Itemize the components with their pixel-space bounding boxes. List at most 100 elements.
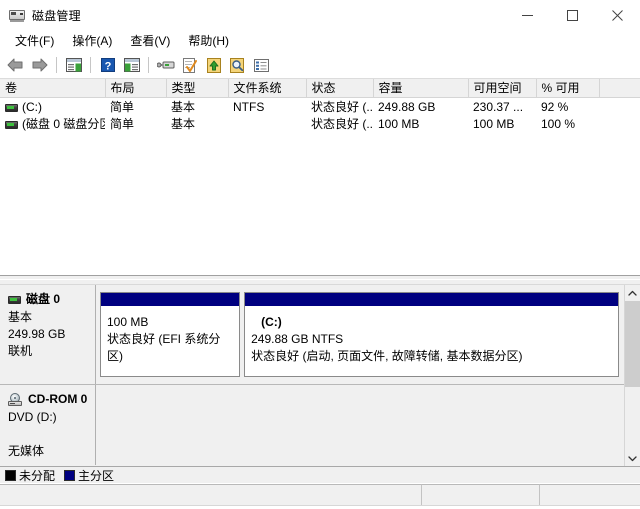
- column-header-filesystem[interactable]: 文件系统: [228, 79, 307, 98]
- status-segment-2: [422, 484, 540, 505]
- disk-size: 249.98 GB: [8, 327, 66, 341]
- volume-cell-filesystem: [228, 115, 306, 132]
- partition-info: (C:) 249.88 GB NTFS 状态良好 (启动, 页面文件, 故障转储…: [245, 307, 618, 376]
- close-button[interactable]: [595, 0, 640, 30]
- partition-color-cap: [245, 293, 618, 307]
- window-bottom-edge: [0, 505, 640, 509]
- menu-item-help[interactable]: 帮助(H): [179, 30, 238, 52]
- search-icon: [230, 57, 244, 73]
- scroll-track[interactable]: [625, 301, 640, 450]
- volume-cell-extra: [599, 98, 640, 116]
- partition-status: 状态良好 (EFI 系统分区): [107, 332, 221, 363]
- graphical-view-scrollbar[interactable]: [624, 285, 640, 466]
- partition-size: 249.88 GB NTFS: [251, 332, 344, 346]
- close-icon: [612, 9, 623, 21]
- volume-cell-percent-free: 100 %: [541, 116, 576, 131]
- detail-list-icon: [254, 58, 269, 72]
- disk-size: [8, 426, 95, 443]
- column-header-extra[interactable]: [599, 79, 640, 98]
- partition-c[interactable]: (C:) 249.88 GB NTFS 状态良好 (启动, 页面文件, 故障转储…: [244, 292, 619, 377]
- disk-title-cdrom0: CD-ROM 0: [8, 391, 95, 408]
- minimize-icon: [522, 14, 533, 16]
- help-icon: ?: [100, 58, 115, 73]
- window-controls: [505, 0, 640, 30]
- minimize-button[interactable]: [505, 0, 550, 30]
- volume-label: (磁盘 0 磁盘分区 1): [22, 117, 105, 131]
- column-header-capacity[interactable]: 容量: [373, 79, 469, 98]
- export-up-button[interactable]: [202, 54, 225, 76]
- column-header-volume[interactable]: 卷: [0, 79, 106, 98]
- toolbar-separator-3: [148, 57, 149, 73]
- menu-item-action[interactable]: 操作(A): [63, 30, 121, 52]
- disk-drive-icon: [8, 295, 21, 304]
- graphical-view-pane: 磁盘 0 基本 249.98 GB 联机 100 MB 状态良好 (EFI 系统…: [0, 285, 640, 466]
- maximize-button[interactable]: [550, 0, 595, 30]
- menu-item-view[interactable]: 查看(V): [121, 30, 179, 52]
- back-icon: [7, 58, 23, 72]
- scroll-down-button[interactable]: [625, 450, 640, 466]
- toolbar-separator-2: [90, 57, 91, 73]
- disk-row-cdrom0[interactable]: CD-ROM 0 DVD (D:) 无媒体: [0, 385, 624, 465]
- volume-label: (C:): [22, 99, 42, 114]
- status-segment-3: [540, 484, 640, 505]
- legend-bar: 未分配 主分区: [0, 466, 640, 483]
- maximize-icon: [567, 9, 578, 21]
- column-header-type[interactable]: 类型: [166, 79, 229, 98]
- volume-cell-free-space: 230.37 ...: [473, 99, 524, 114]
- disk-status: 无媒体: [8, 444, 45, 458]
- table-row[interactable]: (磁盘 0 磁盘分区 1) 简单 基本 状态良好 (... 100 MB 100…: [0, 115, 640, 132]
- toolbar: ?: [0, 52, 640, 79]
- volume-icon: [5, 103, 18, 112]
- title-bar: 磁盘管理: [0, 0, 640, 30]
- column-header-free-space[interactable]: 可用空间: [468, 79, 537, 98]
- column-header-status[interactable]: 状态: [306, 79, 374, 98]
- chevron-down-icon: [628, 455, 637, 461]
- status-segment-1: [0, 484, 422, 505]
- volume-table-header-row: 卷 布局 类型 文件系统 状态 容量 可用空间 % 可用: [0, 79, 640, 98]
- volume-cell-layout: 简单: [110, 117, 135, 131]
- forward-button[interactable]: [28, 54, 51, 76]
- volume-cell-free-space: 100 MB: [473, 116, 515, 131]
- export-up-icon: [206, 57, 221, 73]
- properties-check-icon: [182, 57, 197, 73]
- properties-check-button[interactable]: [178, 54, 201, 76]
- column-header-percent-free[interactable]: % 可用: [536, 79, 600, 98]
- legend-swatch-unallocated: [5, 469, 16, 481]
- disk-type: 基本: [8, 310, 33, 324]
- volume-list-pane[interactable]: 卷 布局 类型 文件系统 状态 容量 可用空间 % 可用 (C:) 简单 基本 …: [0, 79, 640, 275]
- volume-cell-capacity: 249.88 GB: [378, 99, 436, 114]
- toolbar-separator-1: [56, 57, 57, 73]
- rescan-disks-icon: [156, 61, 174, 69]
- cdrom-empty-area: [96, 385, 624, 465]
- legend-swatch-primary-partition: [64, 469, 76, 481]
- volume-cell-type: 基本: [171, 117, 196, 131]
- scroll-thumb[interactable]: [625, 301, 640, 388]
- disk-header-disk0[interactable]: 磁盘 0 基本 249.98 GB 联机: [0, 285, 96, 384]
- help-button[interactable]: ?: [96, 54, 119, 76]
- pane-splitter[interactable]: [0, 275, 640, 285]
- column-header-layout[interactable]: 布局: [105, 79, 167, 98]
- scroll-up-button[interactable]: [625, 285, 640, 301]
- partition-status: 状态良好 (启动, 页面文件, 故障转储, 基本数据分区): [251, 349, 523, 363]
- table-row[interactable]: (C:) 简单 基本 NTFS 状态良好 (... 249.88 GB 230.…: [0, 98, 640, 116]
- show-action-pane-button[interactable]: [120, 54, 143, 76]
- volume-cell-capacity: 100 MB: [378, 116, 420, 131]
- search-button[interactable]: [226, 54, 249, 76]
- back-button[interactable]: [4, 54, 27, 76]
- disk-header-cdrom0[interactable]: CD-ROM 0 DVD (D:) 无媒体: [0, 385, 96, 465]
- partition-efi[interactable]: 100 MB 状态良好 (EFI 系统分区): [100, 292, 241, 377]
- volume-cell-name: (磁盘 0 磁盘分区 1): [0, 115, 105, 132]
- disk-row-disk0[interactable]: 磁盘 0 基本 249.98 GB 联机 100 MB 状态良好 (EFI 系统…: [0, 285, 624, 385]
- status-bar: [0, 483, 640, 505]
- rescan-disks-button[interactable]: [154, 54, 177, 76]
- partition-color-cap: [101, 293, 240, 307]
- disk-type: DVD (D:): [8, 410, 57, 424]
- show-hide-console-tree-button[interactable]: [62, 54, 85, 76]
- detail-list-button[interactable]: [250, 54, 273, 76]
- svg-text:?: ?: [104, 61, 111, 73]
- menu-item-file[interactable]: 文件(F): [6, 30, 63, 52]
- disk-title-disk0: 磁盘 0: [8, 291, 95, 308]
- legend-item-primary-partition: 主分区: [64, 467, 114, 484]
- forward-icon: [32, 58, 48, 72]
- partition-info: 100 MB 状态良好 (EFI 系统分区): [101, 307, 240, 376]
